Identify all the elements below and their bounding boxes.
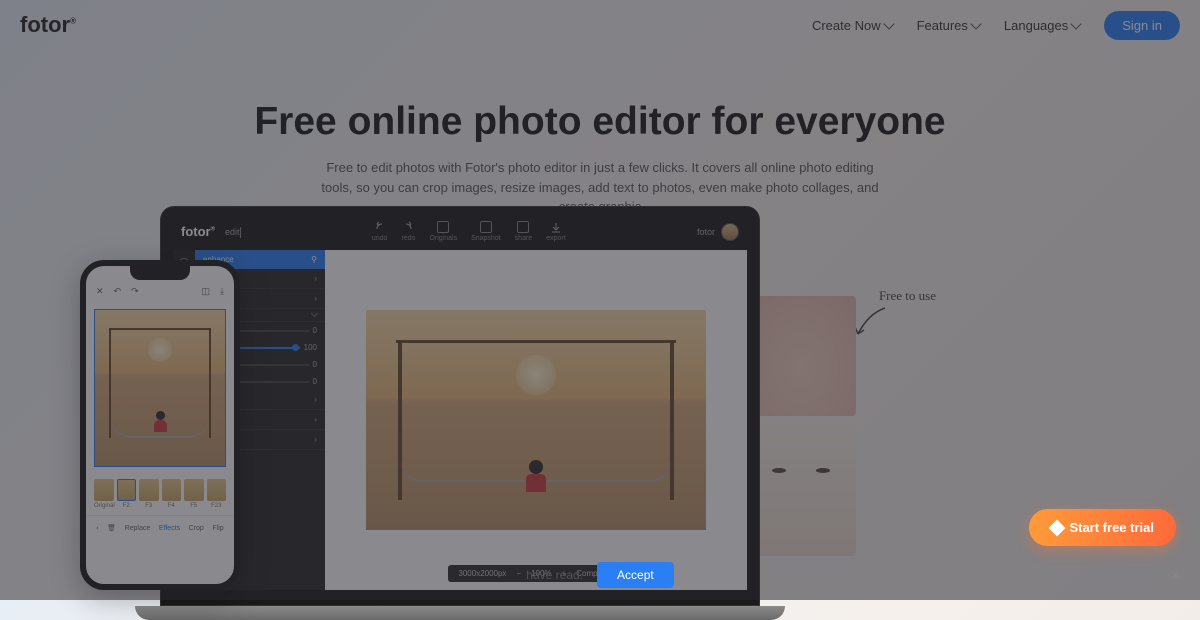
cookie-bar: have read. Accept × [0,550,1200,600]
accept-button[interactable]: Accept [597,562,674,588]
start-trial-button[interactable]: Start free trial [1029,509,1176,546]
cookie-text: have read. [526,568,583,582]
close-icon[interactable]: × [1172,567,1180,583]
modal-overlay[interactable] [0,0,1200,600]
diamond-icon [1049,519,1066,536]
